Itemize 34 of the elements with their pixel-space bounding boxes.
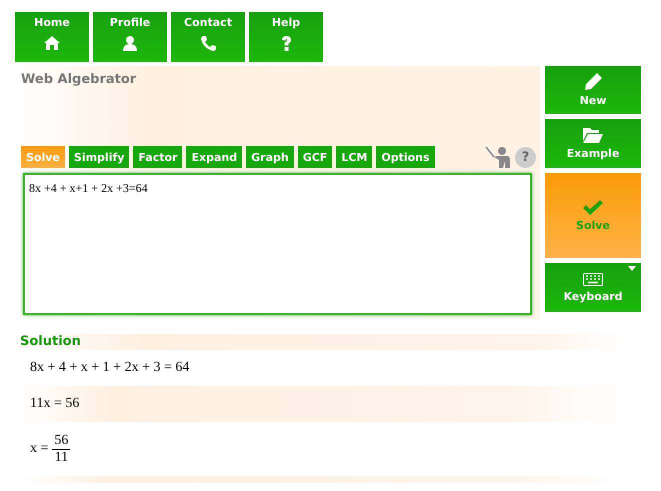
tab[interactable]: Options xyxy=(376,146,435,168)
tab[interactable]: LCM xyxy=(336,146,372,168)
person-icon xyxy=(123,36,137,51)
tab[interactable]: Solve xyxy=(21,146,65,168)
fraction-denominator: 11 xyxy=(54,450,68,466)
equation-input[interactable]: 8x +4 + x+1 + 2x +3=64 xyxy=(23,173,532,315)
folder-icon xyxy=(583,127,603,143)
math-step: 11x = 56 xyxy=(30,396,80,412)
home-icon xyxy=(44,36,60,50)
nav-button[interactable]: Help xyxy=(249,12,323,62)
phone-icon xyxy=(200,36,216,51)
side-button[interactable]: Solve xyxy=(545,173,641,258)
fraction-numerator: 56 xyxy=(52,432,70,450)
side-button[interactable]: New xyxy=(545,66,641,114)
nav-button[interactable]: Profile xyxy=(93,12,167,62)
tab[interactable]: Simplify xyxy=(68,146,130,168)
nav-button[interactable]: Contact xyxy=(171,12,245,62)
tab[interactable]: GCF xyxy=(298,146,332,168)
tab[interactable]: Expand xyxy=(186,146,242,168)
side-button[interactable]: Keyboard xyxy=(545,263,641,312)
question-icon xyxy=(280,36,292,51)
check-icon xyxy=(583,200,603,214)
tab[interactable]: Graph xyxy=(246,146,294,168)
nav-button[interactable]: Home xyxy=(15,12,89,62)
pencil-icon xyxy=(584,73,602,90)
help-button[interactable]: ? xyxy=(515,146,536,168)
teacher-icon[interactable] xyxy=(485,146,511,168)
side-button[interactable]: Example xyxy=(545,119,641,168)
math-step: x = xyxy=(30,441,48,457)
math-step: 8x + 4 + x + 1 + 2x + 3 = 64 xyxy=(30,360,190,376)
solution-heading: Solution xyxy=(20,334,81,349)
keyboard-icon xyxy=(583,272,603,286)
app-title: Web Algebrator xyxy=(21,72,138,87)
tab[interactable]: Factor xyxy=(133,146,182,168)
